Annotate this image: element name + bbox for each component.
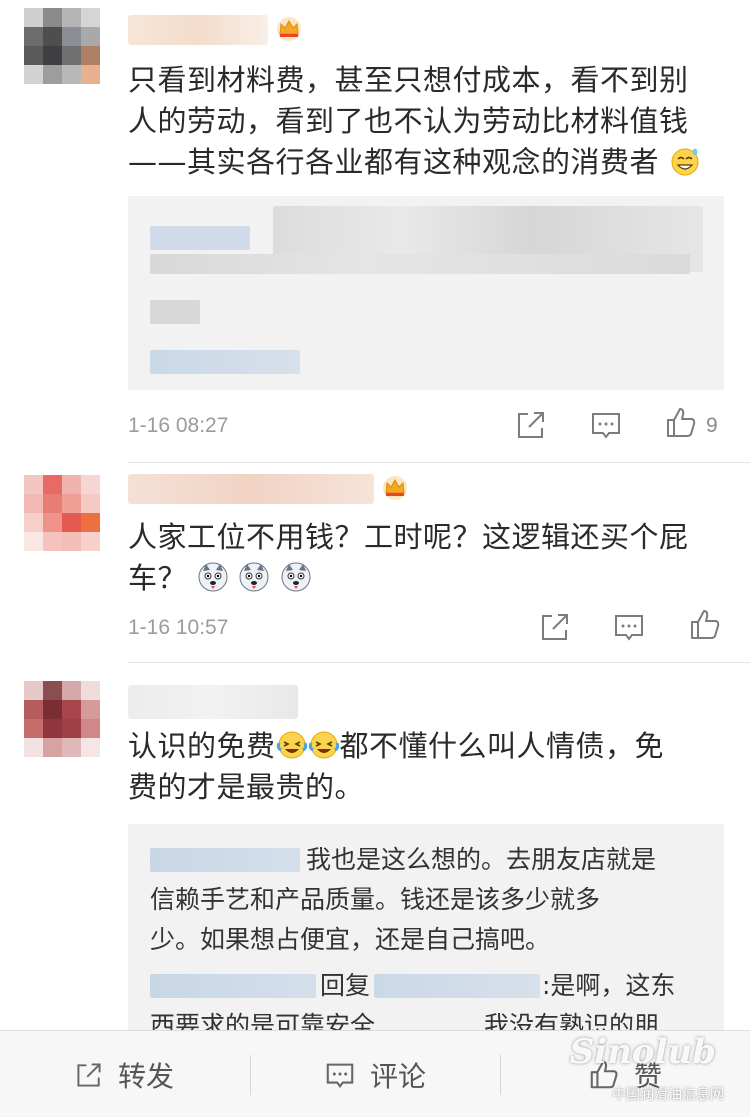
comment-icon[interactable] xyxy=(612,610,646,644)
watermark-brand: Sinolub xyxy=(569,1032,716,1072)
reply-label: 回复 xyxy=(320,971,371,1000)
laughing-tears-emoji-icon xyxy=(308,731,339,759)
forward-label: 转发 xyxy=(118,1059,175,1093)
comment-icon[interactable] xyxy=(589,408,623,442)
reply-text-line: 少。如果想占便宜，还是自己搞吧。 xyxy=(150,925,551,954)
watermark-logo: Sinolub 中国润滑油信息网 xyxy=(558,1028,728,1112)
comment-timestamp: 1-16 10:57 xyxy=(128,616,229,639)
comment-button[interactable]: 评论 xyxy=(324,1031,426,1117)
avatar[interactable] xyxy=(24,475,100,551)
divider xyxy=(500,1055,501,1095)
watermark-subtitle: 中国润滑油信息网 xyxy=(612,1087,724,1103)
forward-button[interactable]: 转发 xyxy=(74,1031,174,1117)
comment-text-line: 都不懂什么叫人情债，免 xyxy=(339,729,665,763)
avatar[interactable] xyxy=(24,681,100,757)
share-icon[interactable] xyxy=(538,610,572,644)
comment-text-line: 只看到材料费，甚至只想付成本，看不到别 xyxy=(128,63,689,97)
reply-text-line: :是啊，这东 xyxy=(542,971,676,1000)
husky-dog-emoji-icon xyxy=(281,562,311,592)
comment-text-line: ——其实各行各业都有这种观念的消费者 xyxy=(128,145,660,179)
share-icon xyxy=(77,1062,101,1087)
like-icon[interactable] xyxy=(688,608,722,642)
husky-dog-emoji-icon xyxy=(239,562,269,592)
comment-text-line: 车？ xyxy=(128,561,188,595)
like-count: 9 xyxy=(706,414,718,437)
comment-text-line: 人的劳动，看到了也不认为劳动比材料值钱 xyxy=(128,104,689,138)
laughing-tears-emoji-icon xyxy=(276,731,307,759)
grinning-sweat-emoji-icon xyxy=(671,148,699,176)
comment-icon xyxy=(326,1063,354,1088)
share-icon[interactable] xyxy=(514,408,548,442)
crown-icon xyxy=(383,476,407,500)
username-blurred[interactable] xyxy=(128,685,298,719)
comment-text-line: 费的才是最贵的。 xyxy=(128,770,365,804)
like-icon[interactable] xyxy=(664,406,698,440)
reply-text-line: 我也是这么想的。去朋友店就是 xyxy=(306,845,657,874)
divider xyxy=(128,662,750,663)
comment-text-line: 认识的免费 xyxy=(128,729,276,763)
reply-text-line: 信赖手艺和产品质量。钱还是该多少就多 xyxy=(150,885,601,914)
divider xyxy=(128,462,750,463)
username-blurred[interactable] xyxy=(128,474,374,504)
username-blurred[interactable] xyxy=(128,15,268,45)
quoted-original-post[interactable] xyxy=(128,196,724,390)
comment-text-line: 人家工位不用钱？工时呢？这逻辑还买个屁 xyxy=(128,520,689,554)
comment-label: 评论 xyxy=(370,1059,427,1093)
reply-thread-box[interactable]: 我也是这么想的。去朋友店就是 信赖手艺和产品质量。钱还是该多少就多 少。如果想占… xyxy=(128,824,724,1040)
divider xyxy=(250,1055,251,1095)
crown-icon xyxy=(277,17,301,41)
comment-timestamp: 1-16 08:27 xyxy=(128,414,229,437)
husky-dog-emoji-icon xyxy=(198,562,228,592)
avatar[interactable] xyxy=(24,8,100,84)
